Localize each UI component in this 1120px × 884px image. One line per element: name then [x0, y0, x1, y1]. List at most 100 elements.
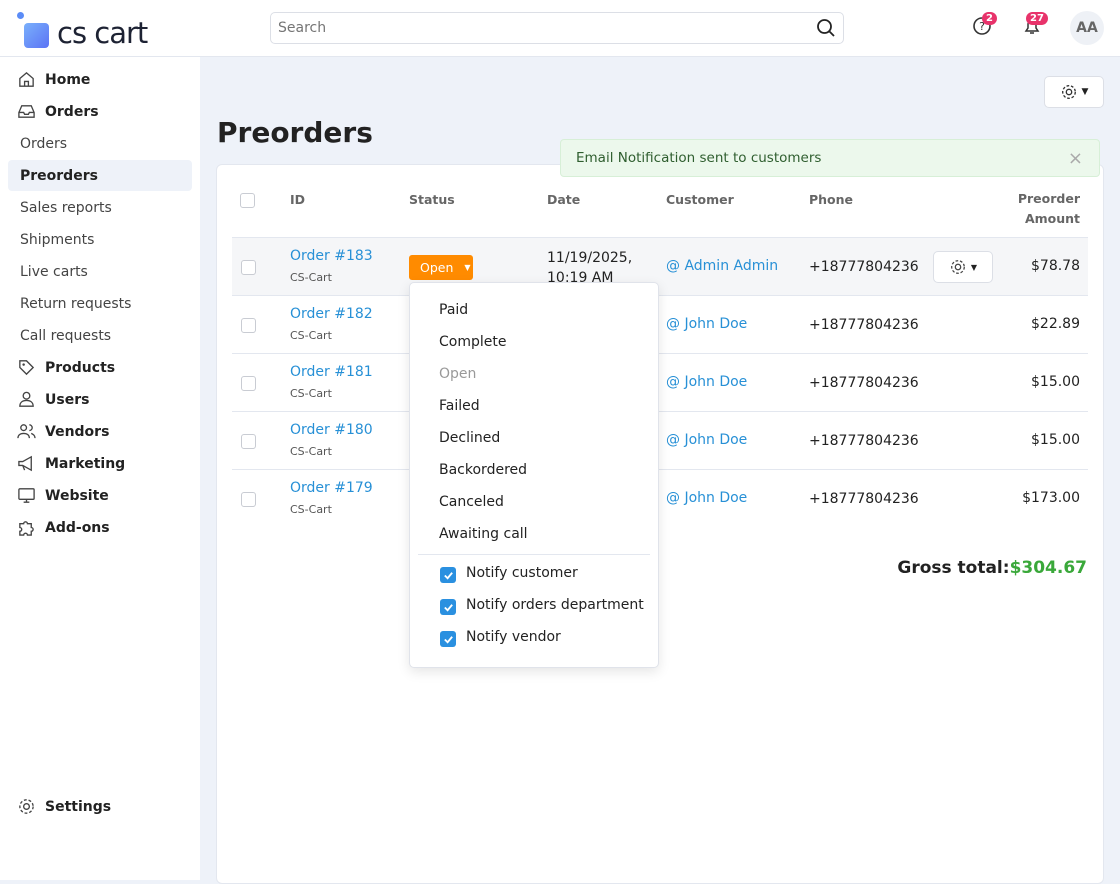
status-option-canceled[interactable]: Canceled [439, 494, 504, 510]
close-icon[interactable]: × [1068, 148, 1083, 169]
sidebar-item-label: Home [45, 71, 91, 88]
sidebar-item-home[interactable]: Home [8, 64, 192, 95]
sidebar-item-label: Products [45, 359, 116, 376]
sidebar-item-products[interactable]: Products [8, 352, 192, 383]
notify-checkbox[interactable] [440, 631, 456, 647]
preorder-amount: $15.00 [1031, 374, 1080, 390]
logo[interactable]: cs cart [17, 12, 148, 50]
sidebar-item-orders[interactable]: Orders [8, 128, 192, 159]
sidebar-item-preorders[interactable]: Preorders [8, 160, 192, 191]
sidebar-item-label: Preorders [20, 167, 98, 184]
sidebar-item-label: Call requests [20, 327, 112, 344]
preorder-amount: $78.78 [1031, 258, 1080, 274]
col-amount[interactable]: Preorder Amount [1018, 189, 1080, 229]
users-icon [17, 424, 36, 439]
notification-text: Email Notification sent to customers [576, 150, 822, 166]
status-option-awaiting-call[interactable]: Awaiting call [439, 526, 528, 542]
caret-down-icon: ▼ [464, 263, 471, 272]
help-badge: 2 [982, 12, 997, 25]
gear-icon [1061, 85, 1076, 99]
sidebar-item-call-requests[interactable]: Call requests [8, 320, 192, 351]
sidebar: Home Orders Orders Preorders Sales reports Sh… [0, 57, 200, 880]
search-input[interactable] [278, 20, 778, 36]
row-settings-button[interactable]: ▼ [933, 251, 993, 283]
row-checkbox[interactable] [241, 318, 256, 333]
check-icon [443, 635, 453, 644]
phone: +18777804236 [809, 317, 919, 333]
sidebar-item-orders[interactable]: Orders [8, 96, 192, 127]
notify-option-label[interactable]: Notify vendor [466, 629, 561, 645]
company-name: CS-Cart [290, 271, 332, 284]
row-checkbox[interactable] [241, 492, 256, 507]
notify-option-label[interactable]: Notify orders department [466, 597, 644, 613]
col-id[interactable]: ID [290, 192, 305, 207]
status-option-paid[interactable]: Paid [439, 302, 468, 318]
sidebar-item-users[interactable]: Users [8, 384, 192, 415]
search-icon[interactable] [816, 18, 836, 38]
order-link[interactable]: Order #182 [290, 306, 373, 322]
row-checkbox[interactable] [241, 260, 256, 275]
col-date[interactable]: Date [547, 192, 580, 207]
status-dropdown-button[interactable]: Open ▼ [409, 255, 473, 280]
status-option-complete[interactable]: Complete [439, 334, 506, 350]
avatar[interactable]: AA [1070, 11, 1104, 45]
monitor-icon [18, 488, 35, 503]
sidebar-item-settings[interactable]: Settings [8, 791, 192, 822]
status-option-declined[interactable]: Declined [439, 430, 500, 446]
customer-link[interactable]: @ John Doe [666, 432, 747, 448]
order-link[interactable]: Order #179 [290, 480, 373, 496]
sidebar-item-add-ons[interactable]: Add-ons [8, 512, 192, 543]
order-link[interactable]: Order #181 [290, 364, 373, 380]
table-row: Order #181 CS-Cart @ John Doe +187778042… [232, 353, 1088, 411]
customer-link[interactable]: @ John Doe [666, 374, 747, 390]
tag-icon [19, 360, 35, 376]
search-box[interactable] [270, 12, 844, 44]
sidebar-item-label: Orders [20, 135, 68, 152]
company-name: CS-Cart [290, 387, 332, 400]
sidebar-item-return-requests[interactable]: Return requests [8, 288, 192, 319]
megaphone-icon [18, 455, 32, 472]
inbox-icon [18, 105, 35, 118]
notifications-button[interactable]: 27 [1022, 12, 1048, 40]
order-link[interactable]: Order #180 [290, 422, 373, 438]
row-checkbox[interactable] [241, 434, 256, 449]
page-title: Preorders [217, 116, 373, 149]
order-link[interactable]: Order #183 [290, 248, 373, 264]
sidebar-item-sales-reports[interactable]: Sales reports [8, 192, 192, 223]
help-button[interactable]: ? 2 [972, 12, 997, 40]
customer-link[interactable]: @ John Doe [666, 316, 747, 332]
check-icon [443, 571, 453, 580]
customer-link[interactable]: @ John Doe [666, 490, 747, 506]
company-name: CS-Cart [290, 445, 332, 458]
user-icon [19, 391, 34, 407]
phone: +18777804236 [809, 433, 919, 449]
notify-checkbox[interactable] [440, 567, 456, 583]
puzzle-icon [19, 521, 34, 536]
sidebar-item-shipments[interactable]: Shipments [8, 224, 192, 255]
sidebar-item-label: Settings [45, 798, 112, 815]
sidebar-item-vendors[interactable]: Vendors [8, 416, 192, 447]
sidebar-item-label: Sales reports [20, 199, 112, 216]
sidebar-item-label: Vendors [45, 423, 110, 440]
sidebar-item-label: Return requests [20, 295, 132, 312]
sidebar-item-website[interactable]: Website [8, 480, 192, 511]
table-row: Order #182 CS-Cart @ John Doe +187778042… [232, 295, 1088, 353]
sidebar-item-live-carts[interactable]: Live carts [8, 256, 192, 287]
select-all-checkbox[interactable] [240, 193, 255, 208]
customer-link[interactable]: @ Admin Admin [666, 258, 778, 274]
page-settings-button[interactable]: ▼ [1044, 76, 1104, 108]
row-checkbox[interactable] [241, 376, 256, 391]
status-option-backordered[interactable]: Backordered [439, 462, 527, 478]
sidebar-item-label: Website [45, 487, 109, 504]
col-customer[interactable]: Customer [666, 192, 734, 207]
col-amount-line1: Preorder [1017, 191, 1080, 206]
top-header: cs cart ? 2 27 AA [0, 0, 1120, 57]
gear-icon [19, 799, 34, 814]
col-phone[interactable]: Phone [809, 192, 853, 207]
notify-checkbox[interactable] [440, 599, 456, 615]
notify-option-label[interactable]: Notify customer [466, 565, 578, 581]
status-option-failed[interactable]: Failed [439, 398, 480, 414]
sidebar-item-marketing[interactable]: Marketing [8, 448, 192, 479]
gross-total: Gross total:$304.67 [897, 558, 1087, 578]
col-status[interactable]: Status [409, 192, 455, 207]
